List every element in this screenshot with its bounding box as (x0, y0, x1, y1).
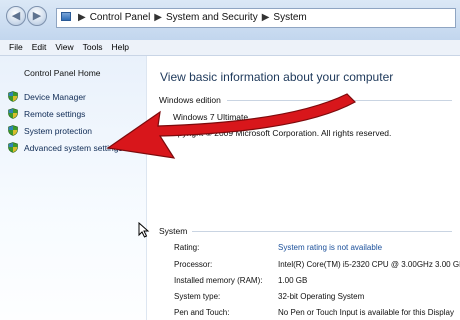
back-button[interactable]: ◀ (6, 6, 26, 26)
forward-button[interactable]: ▶ (27, 6, 47, 26)
pen-touch-label: Pen and Touch: (174, 308, 230, 317)
shield-icon (8, 108, 18, 119)
rating-label: Rating: (174, 243, 200, 252)
shield-icon (8, 142, 18, 153)
section-divider (192, 231, 452, 232)
sidebar-item-device-manager[interactable]: Device Manager (8, 90, 86, 104)
sidebar-item-remote-settings[interactable]: Remote settings (8, 107, 85, 121)
breadcrumb-separator: ▶ (261, 12, 270, 23)
title-bar: ◀ ▶ ▶ Control Panel ▶ System and Security ▶ S… (0, 0, 460, 41)
sidebar-item-label: System protection (24, 126, 93, 136)
red-annotation-arrow (106, 93, 356, 159)
system-type-value: 32-bit Operating System (278, 292, 365, 301)
processor-value: Intel(R) Core(TM) i5-2320 CPU @ 3.00GHz … (278, 260, 460, 269)
rating-link[interactable]: System rating is not available (278, 243, 382, 252)
shield-icon (8, 91, 18, 102)
forward-arrow-icon: ▶ (32, 10, 42, 22)
sidebar-item-system-protection[interactable]: System protection (8, 124, 92, 138)
processor-label: Processor: (174, 260, 213, 269)
sidebar-item-label: Remote settings (24, 109, 86, 119)
breadcrumb-separator: ▶ (78, 12, 86, 23)
section-title-system: System (159, 226, 188, 236)
pen-touch-value: No Pen or Touch Input is available for t… (278, 308, 454, 317)
menu-tools[interactable]: Tools (83, 42, 103, 52)
control-panel-icon (61, 12, 71, 21)
sidebar-item-label: Device Manager (24, 92, 86, 102)
back-arrow-icon: ◀ (11, 10, 21, 22)
menu-bar: File Edit View Tools Help (0, 40, 460, 56)
arrow-shape (106, 93, 356, 159)
installed-memory-label: Installed memory (RAM): (174, 276, 263, 285)
breadcrumb-system-and-security[interactable]: System and Security (166, 12, 258, 23)
menu-edit[interactable]: Edit (32, 42, 47, 52)
menu-help[interactable]: Help (111, 42, 128, 52)
mouse-cursor-icon (138, 222, 150, 238)
shield-icon (8, 125, 18, 136)
menu-view[interactable]: View (55, 42, 73, 52)
breadcrumb-control-panel[interactable]: Control Panel (90, 12, 151, 23)
breadcrumb-system[interactable]: System (273, 12, 306, 23)
control-panel-home-link[interactable]: Control Panel Home (24, 68, 101, 78)
breadcrumb-separator: ▶ (154, 12, 162, 23)
page-title: View basic information about your comput… (160, 70, 394, 84)
menu-file[interactable]: File (9, 42, 23, 52)
installed-memory-value: 1.00 GB (278, 276, 308, 285)
system-type-label: System type: (174, 292, 221, 301)
address-bar[interactable]: ▶ Control Panel ▶ System and Security ▶ Syste… (56, 8, 456, 28)
